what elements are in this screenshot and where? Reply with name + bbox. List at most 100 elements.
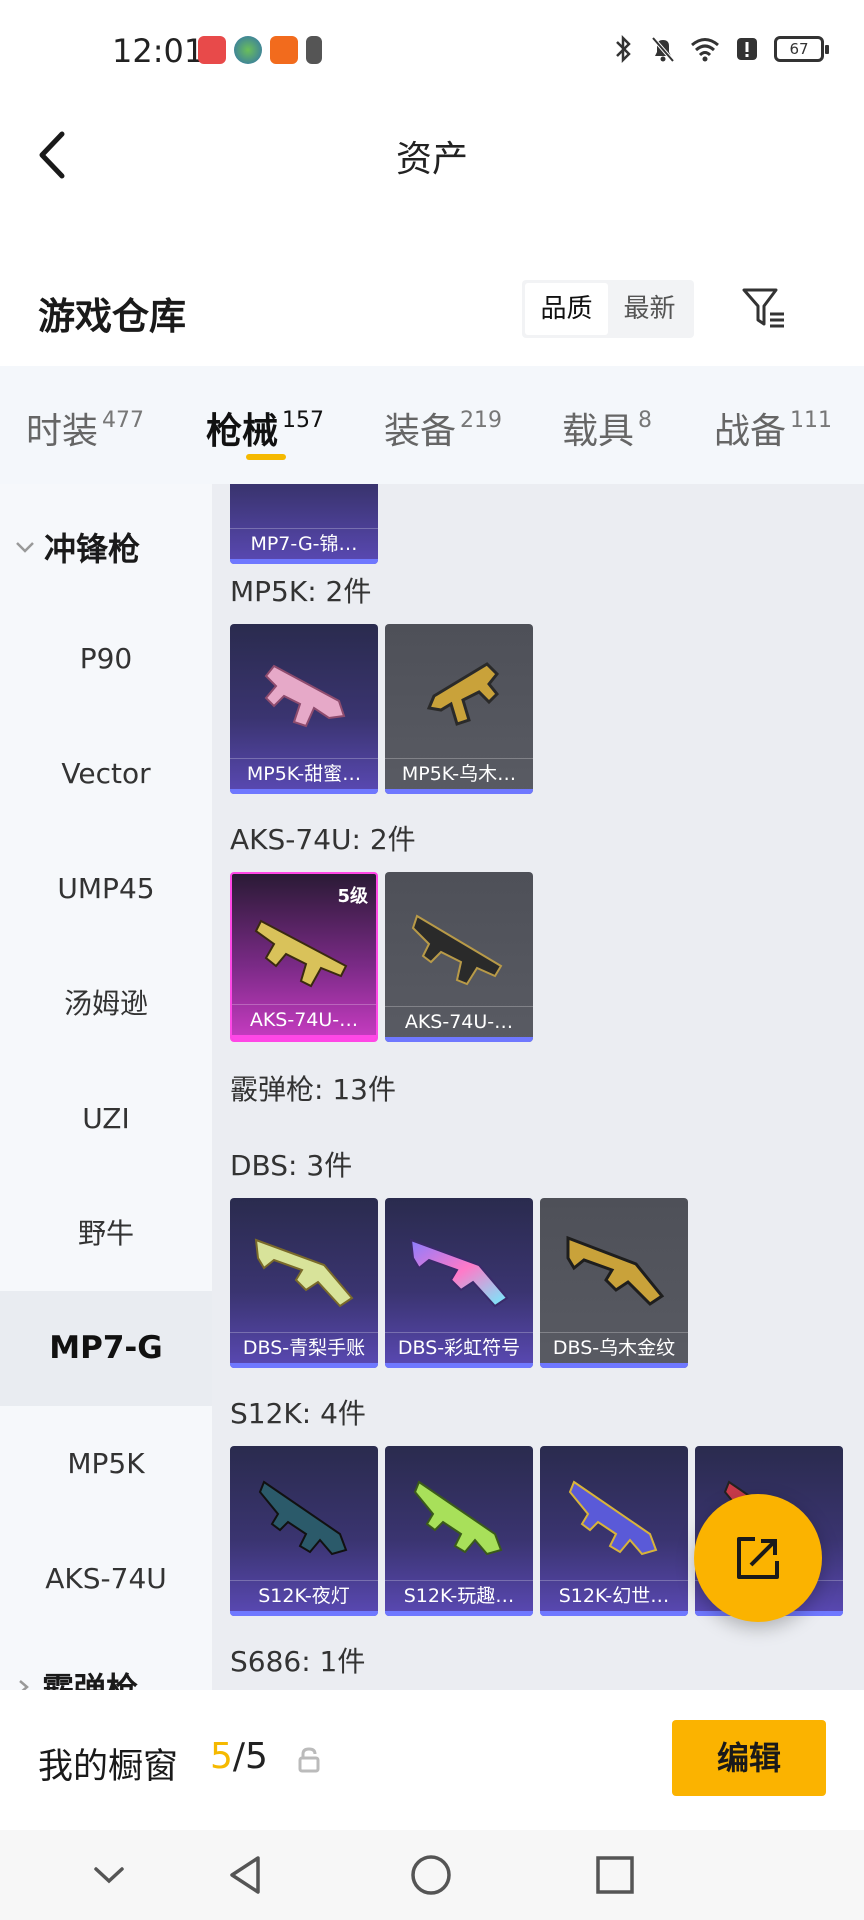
sidebar-item-aks74u[interactable]: AKS-74U <box>0 1521 212 1636</box>
chevron-down-icon[interactable] <box>86 1852 132 1898</box>
tab-supplies[interactable]: 战备 111 <box>714 402 832 454</box>
rarity-bar <box>540 1611 688 1616</box>
showcase-count-total: /5 <box>232 1736 268 1777</box>
sidebar-item-p90[interactable]: P90 <box>0 601 212 716</box>
back-triangle-icon[interactable] <box>224 1852 270 1898</box>
rarity-bar <box>540 1363 688 1368</box>
section-label-aks74u: AKS-74U: 2件 <box>230 823 416 856</box>
sidebar-item-ump45[interactable]: UMP45 <box>0 831 212 946</box>
item-card[interactable]: S12K-玩趣… <box>385 1446 533 1616</box>
item-card[interactable]: DBS-乌木金纹 <box>540 1198 688 1368</box>
gun-image <box>568 1480 658 1556</box>
tab-firearms-count: 157 <box>282 408 325 433</box>
tab-firearms[interactable]: 枪械 157 <box>206 402 324 454</box>
sidebar-group-smg[interactable]: 冲锋枪 <box>14 522 140 572</box>
rarity-bar <box>385 1611 533 1616</box>
nav-bar: 资产 <box>0 100 864 210</box>
chevron-right-icon <box>19 1680 29 1690</box>
item-card-name: S12K-玩趣… <box>385 1580 533 1610</box>
sidebar-item-thompson[interactable]: 汤姆逊 <box>0 946 212 1061</box>
tab-supplies-label: 战备 <box>714 411 787 452</box>
showcase-label: 我的橱窗 <box>38 1747 179 1787</box>
item-card-name: S12K-夜灯 <box>230 1580 378 1610</box>
status-right: 67 <box>610 34 829 64</box>
tab-fashion[interactable]: 时装 477 <box>26 402 144 454</box>
gun-image <box>426 662 500 726</box>
share-button[interactable] <box>694 1494 822 1622</box>
sidebar-group-shotgun[interactable]: 霰弹枪 <box>14 1664 138 1690</box>
section-label-shotgun: 霰弹枪: 13件 <box>230 1073 396 1106</box>
sort-toggle: 品质 最新 <box>522 280 694 338</box>
item-card[interactable]: MP5K-乌木… <box>385 624 533 794</box>
item-card-name: S12K-幻世… <box>540 1580 688 1610</box>
edit-button[interactable]: 编辑 <box>672 1720 826 1796</box>
item-card-name: MP5K-乌木… <box>385 758 533 788</box>
item-card[interactable]: S12K-幻世… <box>540 1446 688 1616</box>
item-card-name: MP7-G-锦… <box>230 528 378 558</box>
notification-icons <box>198 36 322 64</box>
filter-icon[interactable] <box>740 284 788 332</box>
recents-square-icon[interactable] <box>592 1852 638 1898</box>
item-card[interactable]: MP7-G-锦… <box>230 484 378 564</box>
sort-newest-option[interactable]: 最新 <box>608 283 691 335</box>
wifi-icon <box>691 38 719 62</box>
weapon-type-sidebar: 冲锋枪 P90 Vector UMP45 汤姆逊 UZI 野牛 MP7-G MP… <box>0 484 212 1690</box>
rarity-bar <box>232 1035 376 1040</box>
item-card[interactable]: MP5K-甜蜜… <box>230 624 378 794</box>
lock-icon <box>298 1747 320 1773</box>
sidebar-item-mp5k[interactable]: MP5K <box>0 1406 212 1521</box>
showcase-bar: 我的橱窗 5/5 编辑 <box>0 1690 864 1830</box>
item-card[interactable]: AKS-74U-… <box>385 872 533 1042</box>
tab-equipment[interactable]: 装备 219 <box>384 402 502 454</box>
mute-bell-icon <box>651 36 675 63</box>
tab-equipment-count: 219 <box>460 408 503 433</box>
sidebar-item-uzi[interactable]: UZI <box>0 1061 212 1176</box>
tab-firearms-label: 枪械 <box>206 411 279 452</box>
battery-indicator: 67 <box>774 36 829 62</box>
showcase-count-current: 5 <box>210 1736 233 1777</box>
sidebar-item-mp7g[interactable]: MP7-G <box>0 1291 212 1406</box>
gun-image <box>254 919 348 988</box>
section-label-s686: S686: 1件 <box>230 1645 366 1678</box>
game-app-icon <box>234 36 262 64</box>
sidebar-group-label: 冲锋枪 <box>44 530 141 568</box>
huawei-app-icon <box>198 36 226 64</box>
gun-image <box>566 1235 665 1306</box>
item-card[interactable]: DBS-彩虹符号 <box>385 1198 533 1368</box>
alert-icon <box>737 38 757 60</box>
alert-app-icon <box>306 36 322 64</box>
tab-vehicles-count: 8 <box>638 408 653 433</box>
warehouse-title: 游戏仓库 <box>38 295 186 338</box>
rarity-bar <box>385 1037 533 1042</box>
tab-supplies-count: 111 <box>790 408 833 433</box>
tab-fashion-count: 477 <box>102 408 145 433</box>
item-card-name: DBS-彩虹符号 <box>385 1332 533 1362</box>
section-label-s12k: S12K: 4件 <box>230 1397 366 1430</box>
sidebar-item-bizon[interactable]: 野牛 <box>0 1176 212 1291</box>
gun-image <box>264 664 346 728</box>
tab-fashion-label: 时装 <box>26 411 99 452</box>
page-title: 资产 <box>395 139 468 180</box>
category-tabs: 时装 477 枪械 157 装备 219 载具 8 战备 111 <box>0 366 864 484</box>
tab-vehicles[interactable]: 载具 8 <box>562 402 652 454</box>
share-icon <box>737 1537 779 1579</box>
sort-quality-option[interactable]: 品质 <box>525 283 608 335</box>
rarity-bar <box>230 559 378 564</box>
item-card[interactable]: S12K-夜灯 <box>230 1446 378 1616</box>
sidebar-item-vector[interactable]: Vector <box>0 716 212 831</box>
status-bar: 12:01 67 <box>0 0 864 100</box>
item-card-name: DBS-乌木金纹 <box>540 1332 688 1362</box>
item-card-name: AKS-74U-… <box>385 1006 533 1036</box>
tab-vehicles-label: 载具 <box>562 411 635 452</box>
item-card-name: DBS-青梨手账 <box>230 1332 378 1362</box>
item-card[interactable]: 5级 AKS-74U-… <box>230 872 378 1042</box>
rarity-bar <box>385 789 533 794</box>
home-circle-icon[interactable] <box>408 1852 454 1898</box>
gun-image <box>409 1238 509 1308</box>
system-nav-bar <box>0 1830 864 1920</box>
status-time: 12:01 <box>112 32 205 70</box>
item-card[interactable]: DBS-青梨手账 <box>230 1198 378 1368</box>
rarity-bar <box>230 1611 378 1616</box>
item-card-name: MP5K-甜蜜… <box>230 758 378 788</box>
sidebar-group2-label: 霰弹枪 <box>42 1670 139 1690</box>
